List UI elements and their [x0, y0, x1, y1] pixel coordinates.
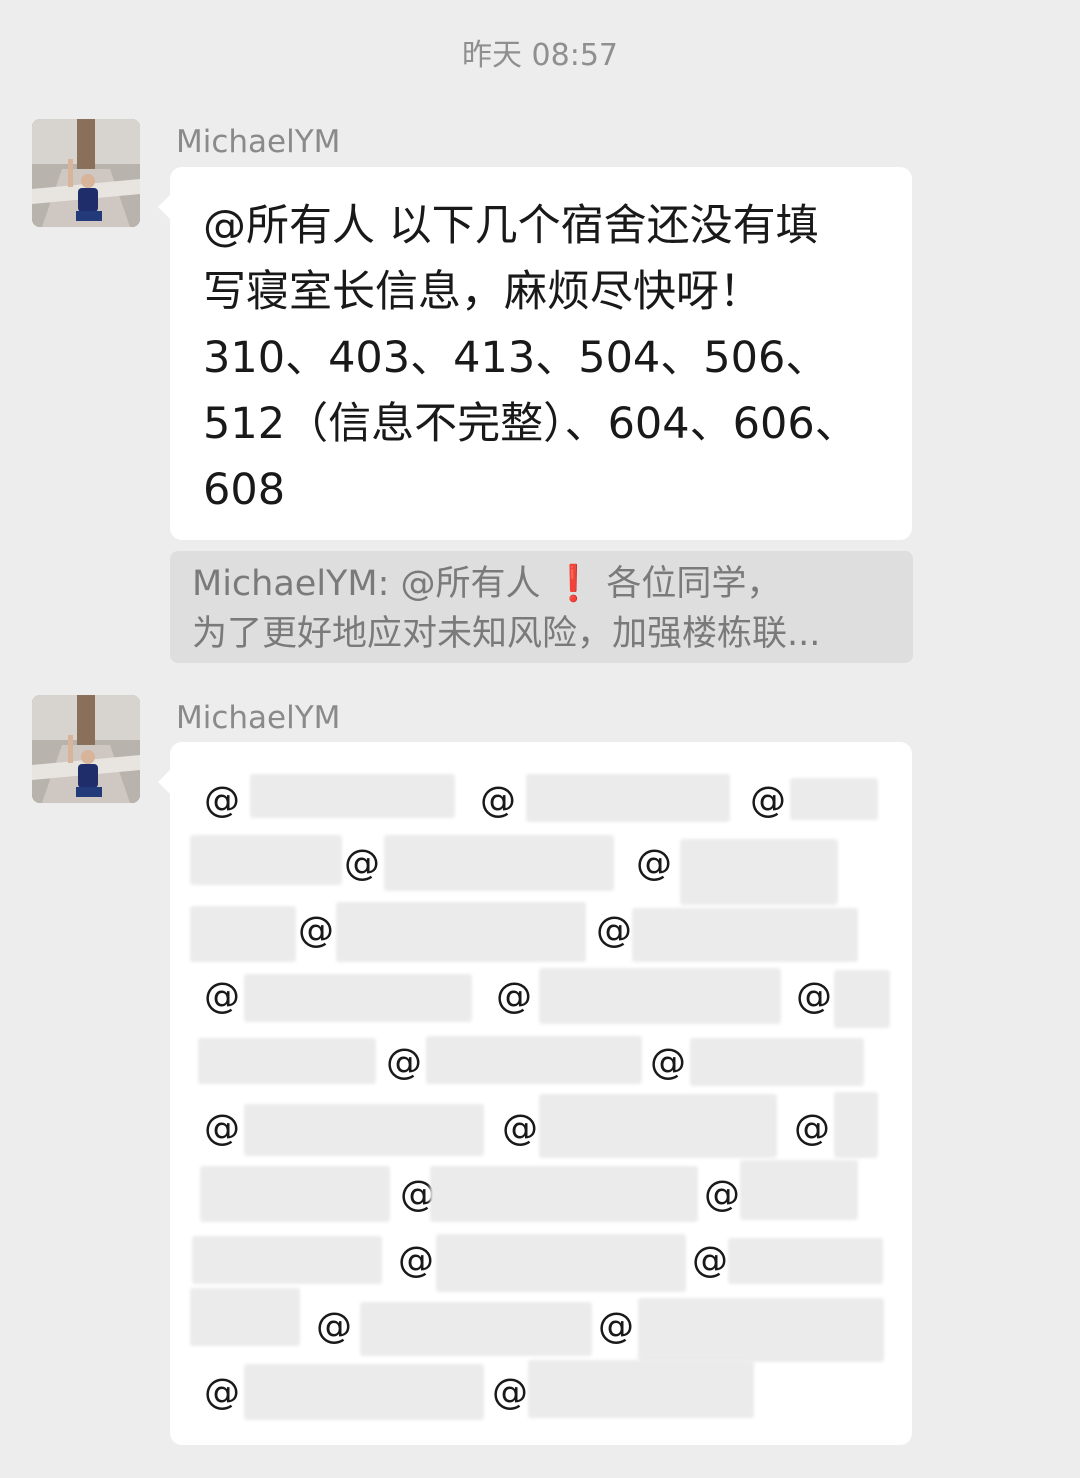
redacted-name	[690, 1038, 864, 1086]
mention-row: @ @	[170, 1232, 912, 1292]
mention-at: @	[204, 780, 240, 821]
redacted-name	[190, 835, 342, 885]
mention-at: @	[596, 910, 632, 951]
mention-at: @	[636, 843, 672, 884]
mention-at: @	[794, 1108, 830, 1149]
redacted-name	[528, 1360, 754, 1418]
redacted-name	[790, 778, 878, 820]
redacted-name	[539, 968, 781, 1024]
redacted-name	[360, 1302, 592, 1356]
redacted-name	[834, 1092, 878, 1158]
redacted-name	[198, 1038, 376, 1084]
mention-at: @	[204, 976, 240, 1017]
bubble-tail	[158, 195, 170, 219]
quote-line-2: 为了更好地应对未知风险，加强楼栋联...	[192, 614, 821, 654]
redacted-name	[336, 902, 586, 962]
redacted-name	[680, 839, 838, 905]
mention-at: @	[398, 1240, 434, 1281]
redacted-name	[384, 835, 614, 891]
redacted-name	[190, 1288, 300, 1346]
mention-row: @ @	[170, 902, 912, 962]
mention-at: @	[704, 1174, 740, 1215]
mention-at: @	[344, 843, 380, 884]
mention-row: @ @	[170, 1034, 912, 1094]
mention-row: @ @	[170, 1160, 912, 1226]
redacted-name	[638, 1298, 884, 1362]
redacted-name	[539, 1094, 777, 1158]
quoted-message[interactable]: MichaelYM: @所有人 ❗ 各位同学， 为了更好地应对未知风险，加强楼栋…	[170, 551, 913, 663]
redacted-name	[430, 1166, 698, 1222]
mention-at: @	[796, 976, 832, 1017]
message-line: @所有人 以下几个宿舍还没有填	[203, 201, 819, 251]
message-line: 写寝室长信息，麻烦尽快呀！	[203, 267, 762, 317]
mention-at: @	[750, 780, 786, 821]
mention-at: @	[204, 1108, 240, 1149]
mention-row: @ @	[170, 1360, 912, 1424]
redacted-name	[244, 1364, 484, 1420]
mention-at: @	[502, 1108, 538, 1149]
redacted-name	[834, 970, 890, 1028]
sender-name: MichaelYM	[176, 700, 341, 736]
quote-prefix: MichaelYM: @所有人	[192, 564, 552, 604]
message-line: 310、403、413、504、506、	[203, 333, 829, 383]
message-line: 512（信息不完整）、604、606、	[203, 399, 858, 449]
redacted-name	[244, 1104, 484, 1156]
mention-message-bubble[interactable]: @ @ @ @ @ @ @ @ @ @ @ @ @ @ @ @ @ @ @ @ …	[158, 742, 912, 1445]
message-bubble[interactable]: @所有人 以下几个宿舍还没有填 写寝室长信息，麻烦尽快呀！ 310、403、41…	[158, 167, 912, 540]
mention-at: @	[650, 1042, 686, 1083]
mention-at: @	[204, 1372, 240, 1413]
mention-at: @	[492, 1372, 528, 1413]
mention-row: @ @ @	[170, 1092, 912, 1160]
sender-avatar[interactable]	[32, 119, 140, 227]
exclamation-icon: ❗	[551, 564, 596, 604]
mention-at: @	[298, 910, 334, 951]
mention-at: @	[480, 780, 516, 821]
redacted-name	[200, 1166, 390, 1222]
redacted-name	[728, 1238, 883, 1284]
mention-at: @	[598, 1306, 634, 1347]
mention-row: @ @ @	[170, 772, 912, 832]
redacted-name	[740, 1160, 858, 1220]
redacted-name	[190, 906, 296, 962]
mention-at: @	[496, 976, 532, 1017]
redacted-name	[436, 1234, 686, 1292]
bubble-tail	[158, 770, 170, 794]
mention-at: @	[386, 1042, 422, 1083]
redacted-name	[526, 774, 730, 822]
mention-row: @ @ @	[170, 968, 912, 1028]
redacted-name	[244, 974, 472, 1022]
redacted-name	[632, 908, 858, 962]
timestamp: 昨天 08:57	[462, 38, 618, 73]
sender-avatar[interactable]	[32, 695, 140, 803]
sender-name: MichaelYM	[176, 124, 341, 160]
mention-at: @	[692, 1240, 728, 1281]
message-line: 608	[203, 465, 286, 515]
redacted-name	[250, 774, 455, 818]
redacted-name	[426, 1036, 642, 1084]
mention-row: @ @	[170, 835, 912, 905]
redacted-name	[192, 1236, 382, 1284]
mention-row: @ @	[170, 1288, 912, 1362]
mention-at: @	[316, 1306, 352, 1347]
quote-line-1: MichaelYM: @所有人 ❗ 各位同学，	[192, 559, 891, 609]
quote-suffix: 各位同学，	[595, 564, 782, 604]
